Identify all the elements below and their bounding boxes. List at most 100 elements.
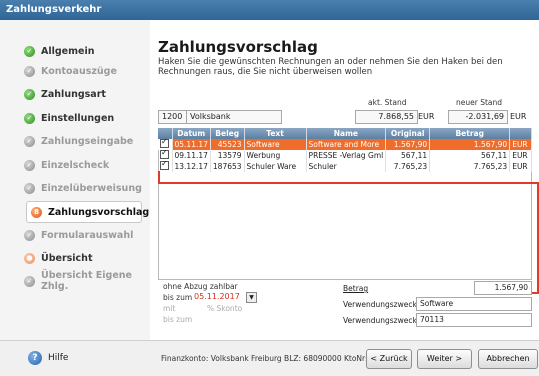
cell-betrag: 7.765,23	[429, 161, 511, 172]
column-header[interactable]: Beleg	[210, 128, 245, 139]
sidebar-item-label: Übersicht	[41, 252, 93, 264]
column-header	[509, 128, 533, 139]
help-label[interactable]: Hilfe	[48, 353, 68, 363]
cell-original: 7.765,23	[385, 161, 431, 172]
sidebar-item-zahlungsvorschlag[interactable]: 8 Zahlungsvorschlag	[26, 201, 149, 223]
cell-name: Schuler	[306, 161, 387, 172]
verwendungszweck1-label: Verwendungszweck 1	[343, 300, 424, 309]
row-checkbox[interactable]	[160, 161, 169, 170]
cell-text: Software	[244, 139, 307, 150]
page-title: Zahlungsvorschlag	[158, 38, 318, 56]
step-current-icon: 8	[31, 206, 42, 218]
cell-currency: EUR	[509, 161, 533, 172]
neuer-stand-currency: EUR	[510, 112, 527, 121]
verwendungszweck2-field[interactable]: 70113	[416, 313, 532, 327]
column-header[interactable]: Text	[244, 128, 307, 139]
cell-currency: EUR	[509, 139, 533, 150]
cancel-button[interactable]: Abbrechen	[478, 349, 538, 369]
betrag-field[interactable]: 1.567,90	[474, 281, 532, 295]
sidebar-item-einzelscheck[interactable]: ✓ Einzelscheck	[24, 155, 149, 175]
invoice-table: Datum Beleg Text Name Original Betrag 05…	[158, 128, 533, 172]
step-disabled-icon: ✓	[24, 65, 35, 77]
sidebar-item-formularauswahl[interactable]: ✓ Formularauswahl	[24, 225, 149, 245]
annotation-line	[158, 182, 538, 184]
row-checkbox[interactable]	[160, 139, 169, 148]
column-header[interactable]: Datum	[172, 128, 211, 139]
sidebar-item-label: Einstellungen	[41, 112, 115, 124]
cell-text: Schuler Ware	[244, 161, 307, 172]
cell-betrag: 567,11	[429, 150, 511, 161]
cell-original: 1.567,90	[385, 139, 431, 150]
date-dropdown-button[interactable]: ▼	[246, 292, 257, 303]
step-disabled-icon: ✓	[24, 229, 35, 241]
sidebar-item-einstellungen[interactable]: ✓ Einstellungen	[24, 108, 149, 128]
cell-datum: 13.12.17	[172, 161, 211, 172]
mit-label: mit	[163, 304, 176, 313]
bis-zum-date[interactable]: 05.11.2017	[194, 292, 240, 301]
skonto-label: % Skonto	[207, 304, 243, 313]
step-disabled-icon: ✓	[24, 135, 35, 147]
column-header	[158, 128, 173, 139]
table-header-row: Datum Beleg Text Name Original Betrag	[158, 128, 533, 139]
cell-text: Werbung	[244, 150, 307, 161]
step-done-icon: ✓	[24, 112, 35, 124]
sidebar-item-zahlungseingabe[interactable]: ✓ Zahlungseingabe	[24, 131, 149, 151]
sidebar-item-label: Einzelüberweisung	[41, 182, 142, 194]
akt-stand-value: 7.868,55	[355, 110, 418, 124]
cell-original: 567,11	[385, 150, 431, 161]
neuer-stand-label: neuer Stand	[456, 98, 503, 107]
akt-stand-label: akt. Stand	[368, 98, 407, 107]
sidebar: ✓ Allgemein ✓ Kontoauszüge ✓ Zahlungsart…	[0, 20, 151, 340]
sidebar-item-einzelueberweisung[interactable]: ✓ Einzelüberweisung	[24, 178, 149, 198]
column-header[interactable]: Betrag	[429, 128, 511, 139]
sidebar-item-allgemein[interactable]: ✓ Allgemein	[24, 41, 149, 61]
table-row[interactable]: 05.11.17 45523 Software Software and Mor…	[158, 139, 533, 150]
sidebar-item-label: Zahlungsvorschlag	[48, 206, 150, 218]
ohne-abzug-label: ohne Abzug zahlbar	[163, 282, 238, 291]
step-done-icon: ✓	[24, 88, 35, 100]
sidebar-item-kontoauszuege[interactable]: ✓ Kontoauszüge	[24, 61, 149, 81]
step-pending-icon: ●	[24, 252, 35, 264]
sidebar-item-label: Übersicht Eigene Zhlg.	[41, 270, 132, 292]
table-row[interactable]: 13.12.17 187653 Schuler Ware Schuler 7.7…	[158, 161, 533, 172]
betrag-label: Betrag	[343, 284, 369, 293]
akt-stand-currency: EUR	[418, 112, 435, 121]
neuer-stand-value: -2.031,69	[448, 110, 508, 124]
cell-datum: 05.11.17	[172, 139, 211, 150]
main-panel: Zahlungsvorschlag Haken Sie die gewünsch…	[150, 20, 539, 340]
step-disabled-icon: ✓	[24, 159, 35, 171]
row-checkbox[interactable]	[160, 150, 169, 159]
page-subtitle: Haken Sie die gewünschten Rechnungen an …	[158, 57, 503, 77]
bis-zum-skonto-label: bis zum	[163, 315, 193, 324]
sidebar-item-label: Einzelscheck	[41, 159, 110, 171]
sidebar-item-uebersicht-eigene[interactable]: ✓ Übersicht Eigene Zhlg.	[24, 270, 149, 292]
cell-beleg: 187653	[210, 161, 245, 172]
step-disabled-icon: ✓	[24, 275, 35, 287]
sidebar-item-label: Zahlungseingabe	[41, 135, 134, 147]
bank-code-field: 1200	[158, 110, 188, 124]
bis-zum-label: bis zum	[163, 293, 193, 302]
verwendungszweck1-field[interactable]: Software	[416, 297, 532, 311]
step-done-icon: ✓	[24, 45, 35, 57]
next-button[interactable]: Weiter >	[417, 349, 472, 369]
cell-betrag: 1.567,90	[429, 139, 511, 150]
sidebar-item-zahlungsart[interactable]: ✓ Zahlungsart	[24, 84, 149, 104]
table-row[interactable]: 09.11.17 13579 Werbung PRESSE -Verlag Gm…	[158, 150, 533, 161]
column-header[interactable]: Original	[385, 128, 431, 139]
window-title: Zahlungsverkehr	[0, 0, 539, 20]
sidebar-item-label: Allgemein	[41, 45, 95, 57]
bank-name-field: Volksbank	[186, 110, 282, 124]
back-button[interactable]: < Zurück	[366, 349, 412, 369]
help-icon[interactable]: ?	[28, 351, 42, 365]
cell-datum: 09.11.17	[172, 150, 211, 161]
sidebar-item-label: Kontoauszüge	[41, 65, 117, 77]
step-disabled-icon: ✓	[24, 182, 35, 194]
cell-beleg: 45523	[210, 139, 245, 150]
cell-beleg: 13579	[210, 150, 245, 161]
sidebar-item-uebersicht[interactable]: ● Übersicht	[24, 248, 149, 268]
column-header[interactable]: Name	[306, 128, 387, 139]
account-status: Finanzkonto: Volksbank Freiburg BLZ: 680…	[161, 354, 394, 363]
cell-name: PRESSE -Verlag Gml	[306, 150, 387, 161]
footer-bar: ? Hilfe Finanzkonto: Volksbank Freiburg …	[0, 340, 539, 376]
sidebar-item-label: Formularauswahl	[41, 229, 134, 241]
